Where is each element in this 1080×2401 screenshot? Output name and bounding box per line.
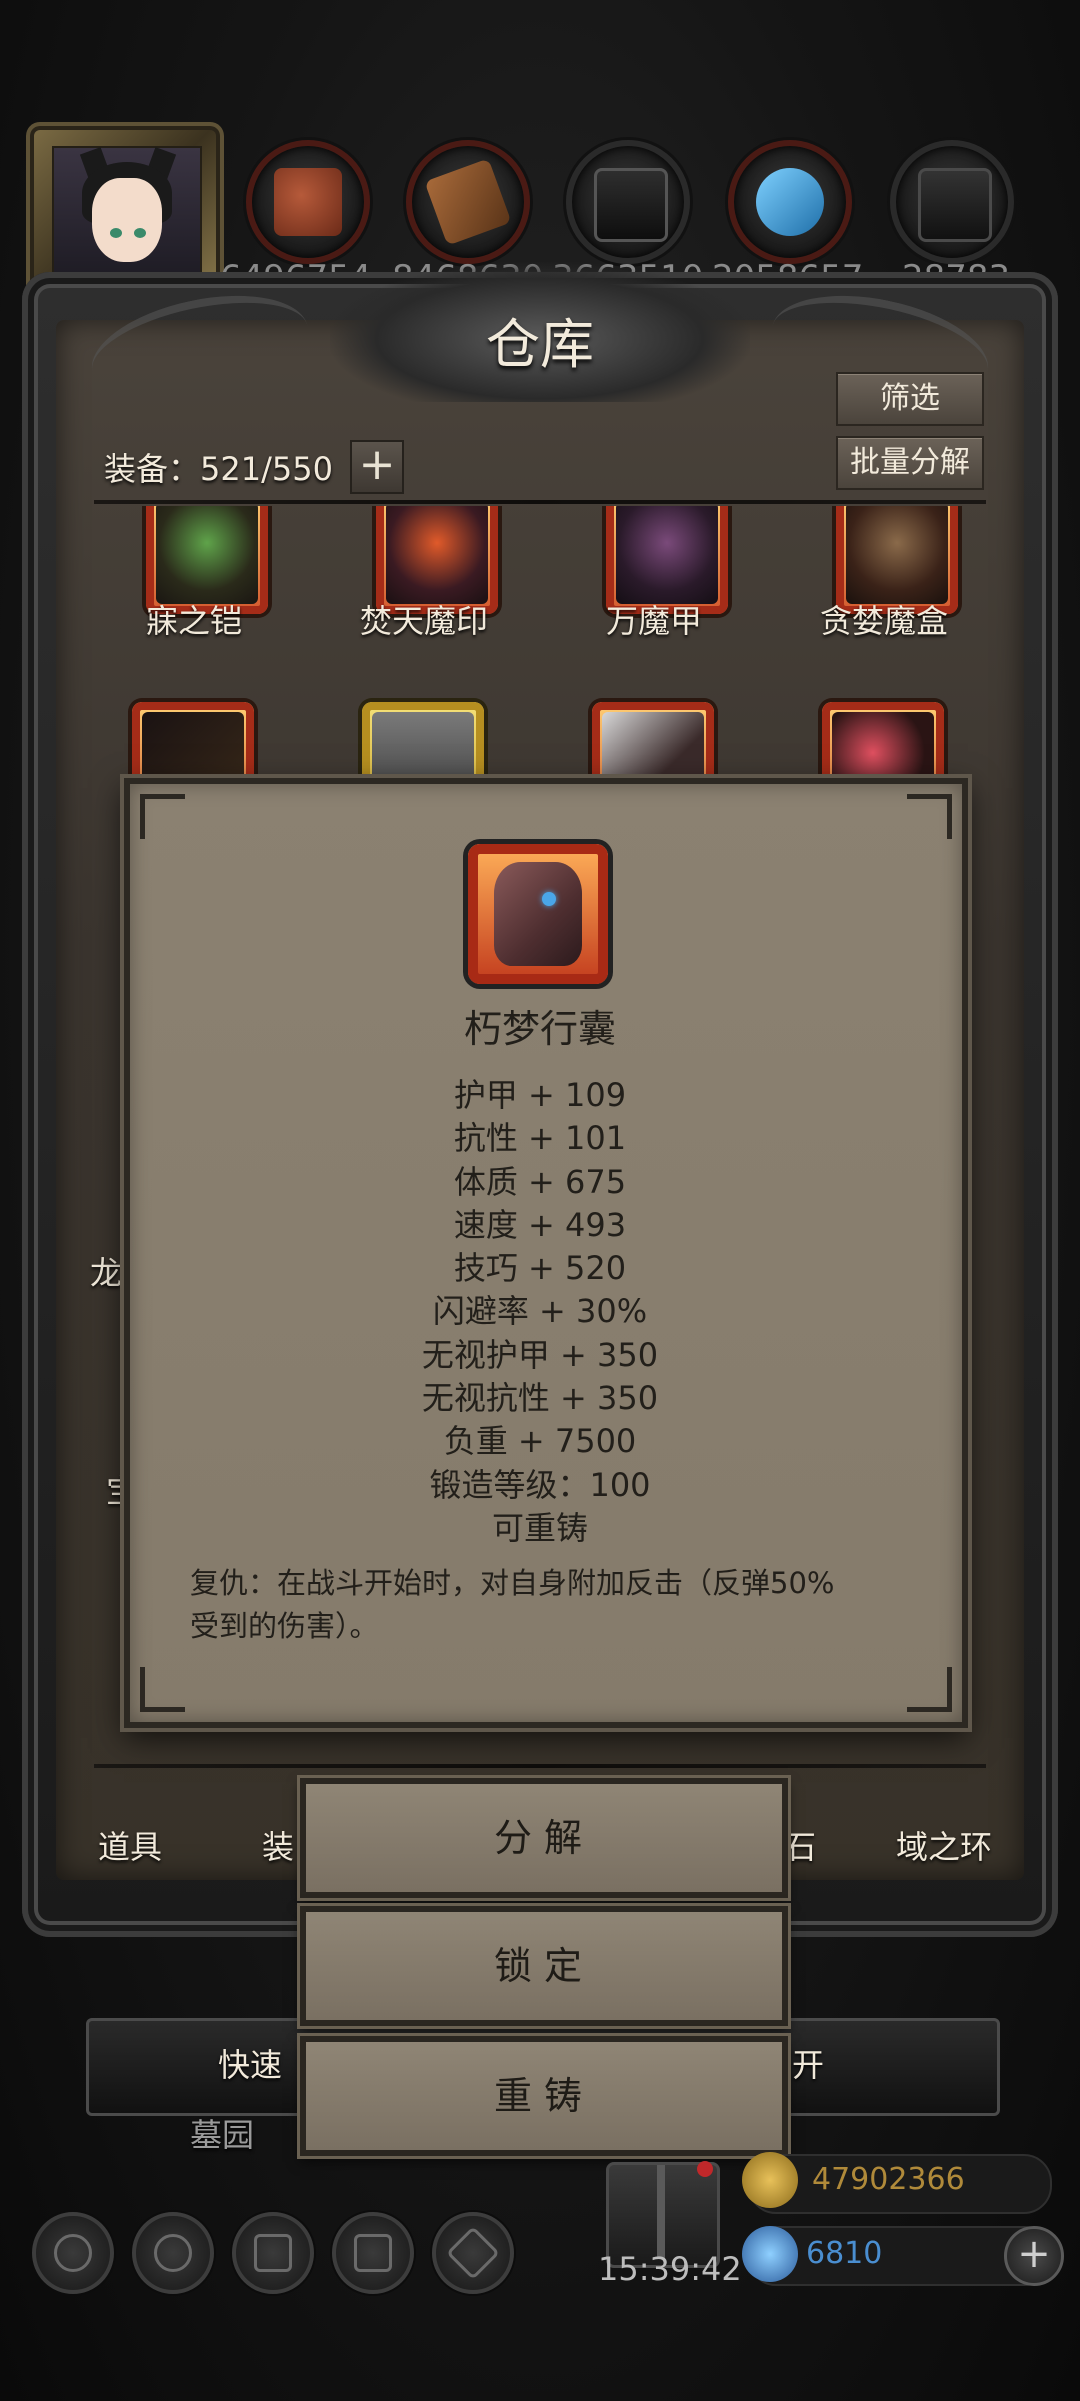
stat-ignore-armor: 无视护甲 + 350 [421,1335,659,1374]
description-line-1: 复仇：在战斗开始时，对自身附加反击（反弹50% [190,1566,835,1600]
tooltip-item-icon [468,844,608,984]
tooltip-stats: 护甲 + 109 抗性 + 101 体质 + 675 速度 + 493 技巧 +… [124,1074,956,1550]
equipment-capacity: 装备：521/550 [104,450,333,488]
backpack-icon [494,862,582,966]
gem-icon [542,892,556,906]
item-name-1: 寐之铠 [145,602,242,640]
page-title: 仓库 [486,313,594,376]
shop-icon[interactable] [432,2212,514,2294]
tab-equipment[interactable]: 装 [262,1822,294,1868]
item-name-2: 焚天魔印 [359,602,488,640]
description-line-2: 受到的伤害）。 [190,1609,379,1643]
decompose-button[interactable]: 分解 [300,1778,788,1898]
stat-armor: 护甲 + 109 [453,1076,627,1114]
rank-icon[interactable] [232,2212,314,2294]
tooltip-description: 复仇：在战斗开始时，对自身附加反击（反弹50% 受到的伤害）。 [190,1562,910,1648]
recast-button[interactable]: 重铸 [300,2036,788,2156]
gem-currency-icon [742,2226,798,2282]
stat-skill: 技巧 + 520 [453,1249,627,1288]
stat-speed: 速度 + 493 [453,1205,627,1244]
bulk-decompose-button[interactable]: 批量分解 [836,436,984,490]
notification-dot [697,2161,713,2177]
ore-icon [890,140,1014,264]
settings-icon[interactable] [32,2212,114,2294]
stat-load: 负重 + 7500 [443,1422,637,1461]
meat-icon [246,140,370,264]
crystal-icon [728,140,852,264]
side-label-dragon: 龙 [90,1254,123,1292]
iron-icon [566,140,690,264]
tab-gems[interactable]: 石 [784,1822,816,1868]
expand-capacity-button[interactable]: + [350,440,404,494]
filter-button[interactable]: 筛选 [836,372,984,426]
stat-ignore-resistance: 无视抗性 + 350 [421,1379,659,1418]
item-name-3: 万魔甲 [605,602,702,640]
tooltip-item-name: 朽梦行囊 [463,1007,616,1051]
bottom-divider [94,1764,986,1768]
gift-timer: 15:39:42 [598,2250,742,2288]
stat-dodge: 闪避率 + 30% [432,1292,648,1331]
item-name-4: 贪婪魔盒 [819,602,948,640]
avatar [52,146,202,288]
tab-domain-ring[interactable]: 域之环 [896,1822,992,1868]
achievement-icon[interactable] [132,2212,214,2294]
mail-icon[interactable] [332,2212,414,2294]
wood-icon [406,140,530,264]
location-label: 墓园 [190,2116,255,2154]
gem-amount: 6810 [806,2236,883,2271]
add-gems-button[interactable]: + [1004,2226,1064,2286]
gold-coin-icon [742,2152,798,2208]
lock-button[interactable]: 锁定 [300,1906,788,2026]
tab-items[interactable]: 道具 [98,1822,162,1868]
gold-amount: 47902366 [812,2162,965,2197]
stat-forge-level: 锻造等级：100 [429,1465,651,1504]
stat-recastable: 可重铸 [491,1508,588,1547]
quick-button[interactable]: 快速 [218,2040,282,2086]
stat-resistance: 抗性 + 101 [453,1119,627,1158]
top-divider [94,500,986,504]
stat-constitution: 体质 + 675 [453,1162,627,1201]
